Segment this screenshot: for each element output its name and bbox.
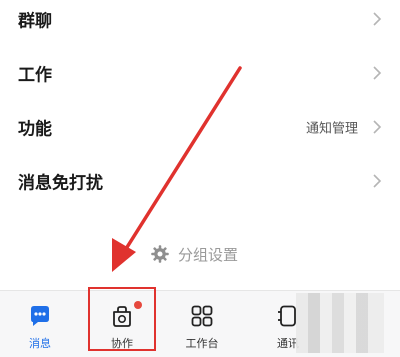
settings-row-group-chat[interactable]: 群聊 xyxy=(0,0,400,46)
bottom-tab-bar: 消息 协作 工作台 通讯 xyxy=(0,290,400,357)
row-value: 通知管理 xyxy=(305,121,358,137)
chevron-right-icon xyxy=(373,120,382,134)
settings-row-features[interactable]: 功能 通知管理 xyxy=(0,100,400,154)
tab-workbench[interactable]: 工作台 xyxy=(162,291,242,357)
group-settings-button[interactable]: 分组设置 xyxy=(150,240,238,268)
row-label: 消息免打扰 xyxy=(18,173,103,194)
group-settings-label: 分组设置 xyxy=(178,245,239,264)
settings-row-do-not-disturb[interactable]: 消息免打扰 xyxy=(0,154,400,208)
gear-icon xyxy=(151,245,169,263)
settings-row-work[interactable]: 工作 xyxy=(0,46,400,100)
grid-icon xyxy=(191,305,213,327)
chevron-right-icon xyxy=(373,12,382,26)
blurred-region xyxy=(296,293,384,353)
tab-label: 工作台 xyxy=(185,337,219,350)
tab-collaboration[interactable]: 协作 xyxy=(82,291,162,357)
chat-bubble-icon xyxy=(31,306,49,326)
tab-label: 协作 xyxy=(111,337,133,350)
collaboration-icon xyxy=(113,306,131,327)
chevron-right-icon xyxy=(373,66,382,80)
chevron-right-icon xyxy=(373,174,382,188)
tab-messages[interactable]: 消息 xyxy=(0,291,80,357)
notification-badge xyxy=(134,301,142,309)
row-label: 工作 xyxy=(18,65,52,86)
row-label: 功能 xyxy=(18,119,52,140)
settings-list: 群聊 工作 功能 通知管理 消息免打扰 分组设置 xyxy=(0,0,400,290)
row-label: 群聊 xyxy=(18,11,52,32)
tab-label: 消息 xyxy=(29,337,51,350)
